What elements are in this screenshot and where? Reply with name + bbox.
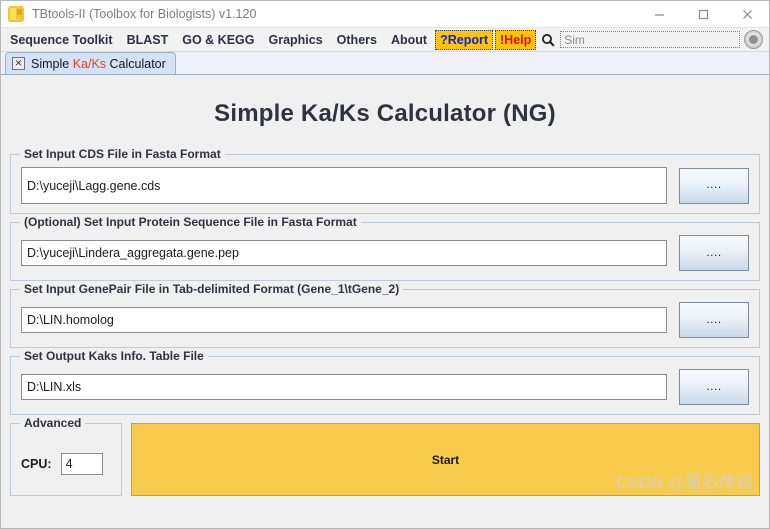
search-input[interactable]: Sim — [560, 31, 740, 48]
input-cds-field[interactable]: D:\yuceji\Lagg.gene.cds — [21, 167, 667, 204]
browse-protein-button[interactable]: .... — [679, 235, 749, 271]
row-input-protein: D:\yuceji\Lindera_aggregata.gene.pep ...… — [21, 235, 749, 271]
search-input-value: Sim — [564, 32, 585, 47]
menu-item-report[interactable]: ?Report — [435, 29, 493, 50]
group-advanced: Advanced CPU: 4 — [10, 416, 122, 496]
row-input-cds: D:\yuceji\Lagg.gene.cds .... — [21, 167, 749, 204]
search-go-button[interactable] — [744, 30, 763, 49]
input-genepair-field[interactable]: D:\LIN.homolog — [21, 307, 667, 333]
minimize-icon[interactable] — [637, 1, 681, 27]
menu-item-others[interactable]: Others — [330, 30, 384, 50]
window-controls — [637, 1, 769, 27]
cpu-input[interactable]: 4 — [60, 452, 103, 475]
maximize-icon[interactable] — [681, 1, 725, 27]
group-output-table: Set Output Kaks Info. Table File D:\LIN.… — [10, 349, 760, 415]
tab-label-accent: Ka/Ks — [72, 56, 107, 71]
start-button-label: Start — [431, 452, 460, 467]
tab-label-post: Calculator — [106, 56, 166, 71]
page-title: Simple Ka/Ks Calculator (NG) — [214, 100, 556, 127]
menu-bar: Sequence Toolkit BLAST GO & KEGG Graphic… — [1, 28, 769, 52]
main-content: Simple Ka/Ks Calculator (NG) Set Input C… — [1, 75, 769, 528]
group-input-cds: Set Input CDS File in Fasta Format D:\yu… — [10, 147, 760, 214]
menu-item-go-kegg[interactable]: GO & KEGG — [175, 30, 261, 50]
menu-item-help[interactable]: !Help — [495, 29, 537, 50]
tab-label-pre: Simple — [31, 56, 73, 71]
browse-output-button[interactable]: .... — [679, 369, 749, 405]
tab-close-icon[interactable]: ✕ — [12, 57, 25, 70]
title-bar: TBtools-II (Toolbox for Biologists) v1.1… — [1, 1, 769, 28]
bottom-row: Advanced CPU: 4 Start CSDN @星石传说 — [10, 416, 760, 496]
group-legend-input-protein: (Optional) Set Input Protein Sequence Fi… — [20, 215, 361, 229]
tab-label: Simple Ka/Ks Calculator — [31, 57, 166, 71]
tab-simple-kaks-calculator[interactable]: ✕ Simple Ka/Ks Calculator — [5, 52, 176, 74]
menu-item-blast[interactable]: BLAST — [120, 30, 176, 50]
group-input-protein: (Optional) Set Input Protein Sequence Fi… — [10, 215, 760, 281]
group-legend-advanced: Advanced — [20, 416, 86, 430]
start-button[interactable]: Start CSDN @星石传说 — [131, 423, 760, 496]
window-title: TBtools-II (Toolbox for Biologists) v1.1… — [32, 7, 257, 21]
search-icon[interactable] — [541, 33, 555, 47]
menu-item-about[interactable]: About — [384, 30, 434, 50]
browse-cds-button[interactable]: .... — [679, 167, 749, 204]
group-legend-output-table: Set Output Kaks Info. Table File — [20, 349, 208, 363]
tab-strip: ✕ Simple Ka/Ks Calculator — [1, 52, 769, 75]
menu-item-graphics[interactable]: Graphics — [261, 30, 329, 50]
output-table-field[interactable]: D:\LIN.xls — [21, 374, 667, 400]
group-legend-input-genepair: Set Input GenePair File in Tab-delimited… — [20, 282, 404, 296]
row-output-table: D:\LIN.xls .... — [21, 369, 749, 405]
csdn-watermark: CSDN @星石传说 — [615, 473, 753, 492]
group-input-genepair: Set Input GenePair File in Tab-delimited… — [10, 282, 760, 348]
group-legend-input-cds: Set Input CDS File in Fasta Format — [20, 147, 225, 161]
input-protein-field[interactable]: D:\yuceji\Lindera_aggregata.gene.pep — [21, 240, 667, 266]
menu-item-sequence-toolkit[interactable]: Sequence Toolkit — [3, 30, 120, 50]
row-input-genepair: D:\LIN.homolog .... — [21, 302, 749, 338]
tbtools-logo-icon — [8, 6, 24, 22]
browse-genepair-button[interactable]: .... — [679, 302, 749, 338]
application-window: TBtools-II (Toolbox for Biologists) v1.1… — [0, 0, 770, 529]
cpu-label: CPU: — [21, 456, 52, 471]
close-icon[interactable] — [725, 1, 769, 27]
